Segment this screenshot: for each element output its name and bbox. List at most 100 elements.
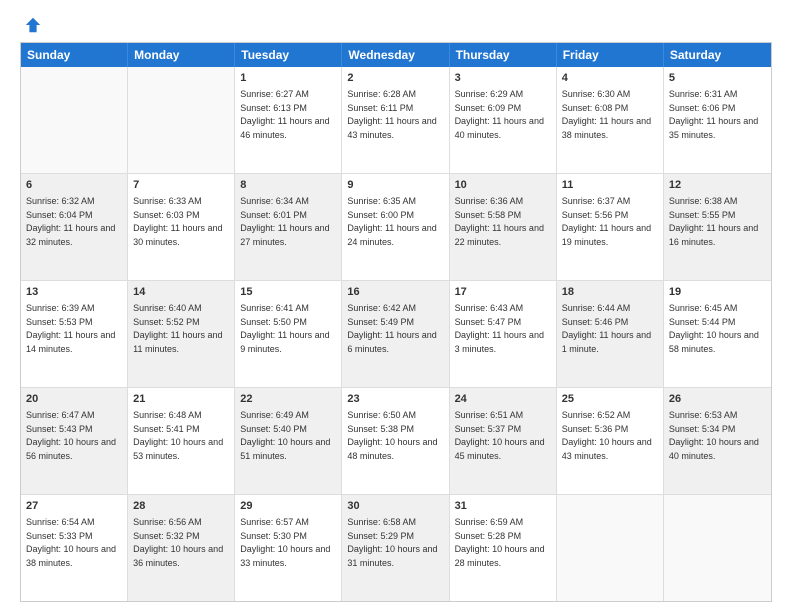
- calendar-header: SundayMondayTuesdayWednesdayThursdayFrid…: [21, 43, 771, 67]
- day-number: 13: [26, 285, 122, 300]
- calendar-cell: 23Sunrise: 6:50 AMSunset: 5:38 PMDayligh…: [342, 388, 449, 494]
- calendar-cell: 8 Sunrise: 6:34 AMSunset: 6:01 PMDaylight…: [235, 174, 342, 280]
- calendar-cell: 31 Sunrise: 6:59 AMSunset: 5:28 PMDayligh…: [450, 495, 557, 601]
- day-number: 25: [562, 392, 658, 407]
- day-number: 10: [455, 178, 551, 193]
- day-number: 8: [240, 178, 336, 193]
- cell-info: Sunrise: 6:58 AMSunset: 5:29 PMDaylight:…: [347, 517, 437, 568]
- calendar-cell: 18 Sunrise: 6:44 AMSunset: 5:46 PMDayligh…: [557, 281, 664, 387]
- day-number: 4: [562, 71, 658, 86]
- calendar-cell: 19 Sunrise: 6:45 AMSunset: 5:44 PMDayligh…: [664, 281, 771, 387]
- calendar-cell: 15 Sunrise: 6:41 AMSunset: 5:50 PMDayligh…: [235, 281, 342, 387]
- calendar-page: SundayMondayTuesdayWednesdayThursdayFrid…: [0, 0, 792, 612]
- day-number: 26: [669, 392, 766, 407]
- calendar-cell: [557, 495, 664, 601]
- day-number: 16: [347, 285, 443, 300]
- cell-info: Sunrise: 6:38 AMSunset: 5:55 PMDaylight:…: [669, 196, 758, 247]
- day-number: 31: [455, 499, 551, 514]
- calendar-cell: 1Sunrise: 6:27 AMSunset: 6:13 PMDaylight…: [235, 67, 342, 173]
- day-number: 7: [133, 178, 229, 193]
- day-number: 30: [347, 499, 443, 514]
- calendar-body: 1Sunrise: 6:27 AMSunset: 6:13 PMDaylight…: [21, 67, 771, 601]
- logo: [20, 16, 42, 34]
- day-number: 3: [455, 71, 551, 86]
- calendar-row: 20 Sunrise: 6:47 AMSunset: 5:43 PMDayligh…: [21, 387, 771, 494]
- day-number: 24: [455, 392, 551, 407]
- cell-info: Sunrise: 6:43 AMSunset: 5:47 PMDaylight:…: [455, 303, 544, 354]
- cell-info: Sunrise: 6:30 AMSunset: 6:08 PMDaylight:…: [562, 89, 651, 140]
- cell-info: Sunrise: 6:56 AMSunset: 5:32 PMDaylight:…: [133, 517, 223, 568]
- cell-info: Sunrise: 6:35 AMSunset: 6:00 PMDaylight:…: [347, 196, 436, 247]
- cell-info: Sunrise: 6:27 AMSunset: 6:13 PMDaylight:…: [240, 89, 329, 140]
- day-number: 20: [26, 392, 122, 407]
- weekday-header: Friday: [557, 43, 664, 67]
- calendar-cell: 7 Sunrise: 6:33 AMSunset: 6:03 PMDaylight…: [128, 174, 235, 280]
- calendar-cell: 9 Sunrise: 6:35 AMSunset: 6:00 PMDaylight…: [342, 174, 449, 280]
- day-number: 9: [347, 178, 443, 193]
- day-number: 27: [26, 499, 122, 514]
- cell-info: Sunrise: 6:52 AMSunset: 5:36 PMDaylight:…: [562, 410, 652, 461]
- cell-info: Sunrise: 6:37 AMSunset: 5:56 PMDaylight:…: [562, 196, 651, 247]
- day-number: 12: [669, 178, 766, 193]
- calendar-cell: [664, 495, 771, 601]
- calendar-cell: 6 Sunrise: 6:32 AMSunset: 6:04 PMDaylight…: [21, 174, 128, 280]
- calendar: SundayMondayTuesdayWednesdayThursdayFrid…: [20, 42, 772, 602]
- cell-info: Sunrise: 6:57 AMSunset: 5:30 PMDaylight:…: [240, 517, 330, 568]
- day-number: 5: [669, 71, 766, 86]
- weekday-header: Thursday: [450, 43, 557, 67]
- cell-info: Sunrise: 6:41 AMSunset: 5:50 PMDaylight:…: [240, 303, 329, 354]
- calendar-cell: 14Sunrise: 6:40 AMSunset: 5:52 PMDayligh…: [128, 281, 235, 387]
- calendar-cell: [21, 67, 128, 173]
- day-number: 6: [26, 178, 122, 193]
- cell-info: Sunrise: 6:39 AMSunset: 5:53 PMDaylight:…: [26, 303, 115, 354]
- day-number: 18: [562, 285, 658, 300]
- day-number: 21: [133, 392, 229, 407]
- cell-info: Sunrise: 6:59 AMSunset: 5:28 PMDaylight:…: [455, 517, 545, 568]
- calendar-cell: 21 Sunrise: 6:48 AMSunset: 5:41 PMDayligh…: [128, 388, 235, 494]
- calendar-cell: 16 Sunrise: 6:42 AMSunset: 5:49 PMDayligh…: [342, 281, 449, 387]
- day-number: 2: [347, 71, 443, 86]
- cell-info: Sunrise: 6:53 AMSunset: 5:34 PMDaylight:…: [669, 410, 759, 461]
- cell-info: Sunrise: 6:32 AMSunset: 6:04 PMDaylight:…: [26, 196, 115, 247]
- calendar-row: 13 Sunrise: 6:39 AMSunset: 5:53 PMDayligh…: [21, 280, 771, 387]
- calendar-cell: 29 Sunrise: 6:57 AMSunset: 5:30 PMDayligh…: [235, 495, 342, 601]
- cell-info: Sunrise: 6:28 AMSunset: 6:11 PMDaylight:…: [347, 89, 436, 140]
- cell-info: Sunrise: 6:47 AMSunset: 5:43 PMDaylight:…: [26, 410, 116, 461]
- calendar-cell: 27 Sunrise: 6:54 AMSunset: 5:33 PMDayligh…: [21, 495, 128, 601]
- calendar-cell: 17 Sunrise: 6:43 AMSunset: 5:47 PMDayligh…: [450, 281, 557, 387]
- calendar-cell: 24Sunrise: 6:51 AMSunset: 5:37 PMDayligh…: [450, 388, 557, 494]
- cell-info: Sunrise: 6:54 AMSunset: 5:33 PMDaylight:…: [26, 517, 116, 568]
- calendar-cell: 11 Sunrise: 6:37 AMSunset: 5:56 PMDayligh…: [557, 174, 664, 280]
- day-number: 19: [669, 285, 766, 300]
- calendar-cell: 20 Sunrise: 6:47 AMSunset: 5:43 PMDayligh…: [21, 388, 128, 494]
- calendar-cell: 10Sunrise: 6:36 AMSunset: 5:58 PMDayligh…: [450, 174, 557, 280]
- header: [20, 16, 772, 34]
- day-number: 29: [240, 499, 336, 514]
- weekday-header: Sunday: [21, 43, 128, 67]
- day-number: 14: [133, 285, 229, 300]
- calendar-cell: 3 Sunrise: 6:29 AMSunset: 6:09 PMDaylight…: [450, 67, 557, 173]
- weekday-header: Wednesday: [342, 43, 449, 67]
- day-number: 28: [133, 499, 229, 514]
- calendar-row: 1Sunrise: 6:27 AMSunset: 6:13 PMDaylight…: [21, 67, 771, 173]
- weekday-header: Monday: [128, 43, 235, 67]
- day-number: 17: [455, 285, 551, 300]
- day-number: 15: [240, 285, 336, 300]
- calendar-row: 6 Sunrise: 6:32 AMSunset: 6:04 PMDaylight…: [21, 173, 771, 280]
- cell-info: Sunrise: 6:44 AMSunset: 5:46 PMDaylight:…: [562, 303, 651, 354]
- calendar-cell: 13 Sunrise: 6:39 AMSunset: 5:53 PMDayligh…: [21, 281, 128, 387]
- day-number: 11: [562, 178, 658, 193]
- cell-info: Sunrise: 6:29 AMSunset: 6:09 PMDaylight:…: [455, 89, 544, 140]
- cell-info: Sunrise: 6:33 AMSunset: 6:03 PMDaylight:…: [133, 196, 222, 247]
- cell-info: Sunrise: 6:34 AMSunset: 6:01 PMDaylight:…: [240, 196, 329, 247]
- calendar-row: 27 Sunrise: 6:54 AMSunset: 5:33 PMDayligh…: [21, 494, 771, 601]
- cell-info: Sunrise: 6:42 AMSunset: 5:49 PMDaylight:…: [347, 303, 436, 354]
- calendar-cell: 30 Sunrise: 6:58 AMSunset: 5:29 PMDayligh…: [342, 495, 449, 601]
- calendar-cell: 4 Sunrise: 6:30 AMSunset: 6:08 PMDaylight…: [557, 67, 664, 173]
- cell-info: Sunrise: 6:45 AMSunset: 5:44 PMDaylight:…: [669, 303, 759, 354]
- cell-info: Sunrise: 6:48 AMSunset: 5:41 PMDaylight:…: [133, 410, 223, 461]
- calendar-cell: [128, 67, 235, 173]
- cell-info: Sunrise: 6:31 AMSunset: 6:06 PMDaylight:…: [669, 89, 758, 140]
- calendar-cell: 26 Sunrise: 6:53 AMSunset: 5:34 PMDayligh…: [664, 388, 771, 494]
- weekday-header: Tuesday: [235, 43, 342, 67]
